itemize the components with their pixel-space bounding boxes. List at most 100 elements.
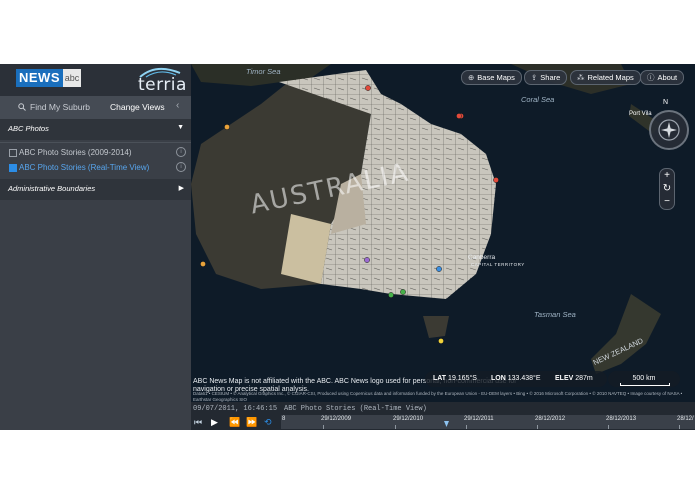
photo-marker[interactable]	[400, 289, 406, 295]
caret-right-icon: ▶	[178, 185, 184, 192]
related-maps-button[interactable]: ⁂ Related Maps	[570, 70, 641, 85]
timeline-tick	[537, 425, 538, 429]
timeline-marker[interactable]	[444, 421, 449, 427]
layer-item[interactable]: ABC Photo Stories (Real-Time View) i	[0, 161, 191, 175]
timeline-date-label: 29/12/2010	[393, 416, 424, 422]
slower-button[interactable]: ⏪	[229, 416, 240, 428]
photo-marker[interactable]	[493, 177, 499, 183]
section-title: Administrative Boundaries	[8, 184, 96, 193]
map-credits[interactable]: Data61 • CESIUM • © Analytical Graphics …	[193, 391, 693, 402]
compass-north-label: N	[663, 99, 669, 106]
timeline-tick	[466, 425, 467, 429]
chevron-left-icon[interactable]: ‹	[176, 100, 179, 111]
photo-marker[interactable]	[200, 261, 206, 267]
share-button[interactable]: ⇪ Share	[524, 70, 568, 85]
compass-icon	[658, 119, 680, 141]
section-administrative-boundaries[interactable]: Administrative Boundaries ▶	[0, 179, 191, 200]
current-time: 09/07/2011, 16:46:15	[193, 405, 278, 413]
section-title: ABC Photos	[8, 124, 49, 133]
share-label: Share	[540, 73, 561, 82]
timeline-tick	[323, 425, 324, 429]
terria-logo[interactable]: terria	[136, 65, 187, 95]
timeline-layer-name: ABC Photo Stories (Real-Time View)	[284, 405, 427, 413]
photo-marker[interactable]	[364, 257, 370, 263]
photo-marker[interactable]	[438, 338, 444, 344]
map-label-capital-territory: CAPITAL TERRITORY	[471, 262, 525, 267]
related-maps-icon: ⁂	[577, 73, 585, 82]
zoom-in-button[interactable]: +	[660, 169, 674, 182]
map-label-coral-sea: Coral Sea	[521, 95, 555, 104]
divider	[0, 142, 191, 143]
elev-label: ELEV	[555, 375, 574, 382]
timeline-tick	[395, 425, 396, 429]
info-icon[interactable]: i	[176, 162, 186, 172]
loop-button[interactable]: ⟲	[264, 416, 272, 428]
layer-item[interactable]: ABC Photo Stories (2009-2014) i	[0, 146, 191, 160]
timeline-start-tick: 8	[282, 416, 286, 422]
zoom-control: + ↻ −	[659, 168, 675, 210]
scale-readout: 500 km	[608, 371, 680, 387]
timeline-date-label: 29/12/2009	[321, 416, 352, 422]
section-abc-photos[interactable]: ABC Photos ▼	[0, 119, 191, 140]
news-logo-text: NEWS	[16, 69, 63, 87]
map-canvas[interactable]	[191, 64, 695, 412]
timeline-tick	[608, 425, 609, 429]
layer-label: ABC Photo Stories (Real-Time View)	[19, 163, 150, 172]
map-label-port-vila: Port Vila	[629, 111, 652, 117]
related-maps-label: Related Maps	[587, 73, 634, 82]
map-label-tasman-sea: Tasman Sea	[534, 310, 576, 319]
faster-button[interactable]: ⏩	[246, 416, 257, 428]
timeline-date-label: 29/12/2011	[464, 416, 494, 422]
lon-value: 133.438°E	[507, 375, 541, 382]
lat-label: LAT	[433, 375, 447, 382]
photo-marker[interactable]	[456, 113, 462, 119]
layer-checkbox[interactable]	[9, 164, 17, 172]
step-back-button[interactable]: ⏮	[194, 416, 202, 428]
find-my-suburb-label: Find My Suburb	[30, 102, 90, 112]
scale-bar	[620, 383, 670, 386]
search-bar: Find My Suburb Change Views ‹	[0, 96, 191, 119]
location-readout: LAT 19.165°S LON 133.438°E ELEV 287m	[425, 371, 607, 387]
share-icon: ⇪	[531, 73, 538, 82]
play-button[interactable]: ▶	[211, 416, 218, 428]
timeline-track[interactable]: 8 29/12/2009 29/12/2010 29/12/2011 28/12/20…	[281, 415, 695, 429]
timeline-date-label: 28/12/2012	[535, 416, 566, 422]
scale-label: 500 km	[632, 375, 656, 382]
app-window: NEWS abc terria Find My Suburb Change Vi…	[0, 64, 695, 430]
base-maps-button[interactable]: ⊕ Base Maps	[461, 70, 522, 85]
reset-view-button[interactable]: ↻	[660, 182, 674, 195]
timeline: 09/07/2011, 16:46:15 ABC Photo Stories (…	[191, 402, 695, 430]
map-label-canberra: Canberra	[468, 254, 496, 261]
layer-checkbox[interactable]	[9, 149, 17, 157]
timeline-date-label: 28/12/	[677, 416, 694, 422]
lon-label: LON	[491, 375, 506, 382]
lat-value: 19.165°S	[448, 375, 477, 382]
layer-label: ABC Photo Stories (2009-2014)	[19, 148, 132, 157]
zoom-out-button[interactable]: −	[660, 195, 674, 208]
timeline-date-label: 28/12/2013	[606, 416, 637, 422]
find-my-suburb-button[interactable]: Find My Suburb	[18, 102, 90, 112]
photo-marker[interactable]	[365, 85, 371, 91]
about-button[interactable]: ⓘ About	[640, 70, 685, 85]
info-icon: ⓘ	[647, 73, 655, 82]
terria-logo-text: terria	[138, 75, 187, 95]
about-label: About	[657, 73, 678, 82]
map-view[interactable]: Timor Sea Coral Sea Tasman Sea AUSTRALIA…	[191, 64, 695, 412]
elev-value: 287m	[575, 375, 593, 382]
caret-down-icon: ▼	[177, 124, 184, 131]
change-views-button[interactable]: Change Views	[110, 102, 165, 112]
search-icon	[18, 103, 26, 111]
photo-marker[interactable]	[388, 292, 394, 298]
timeline-tick	[679, 425, 680, 429]
photo-marker[interactable]	[224, 124, 230, 130]
sidebar: NEWS abc terria Find My Suburb Change Vi…	[0, 64, 191, 430]
map-label-timor-sea: Timor Sea	[246, 67, 281, 76]
info-icon[interactable]: i	[176, 147, 186, 157]
base-maps-label: Base Maps	[477, 73, 515, 82]
abc-logo-mark: abc	[63, 69, 81, 87]
brand-bar: NEWS abc terria	[0, 64, 191, 96]
compass-control[interactable]	[649, 110, 689, 150]
abc-news-logo[interactable]: NEWS abc	[16, 69, 81, 87]
photo-marker[interactable]	[436, 266, 442, 272]
globe-icon: ⊕	[468, 73, 475, 82]
